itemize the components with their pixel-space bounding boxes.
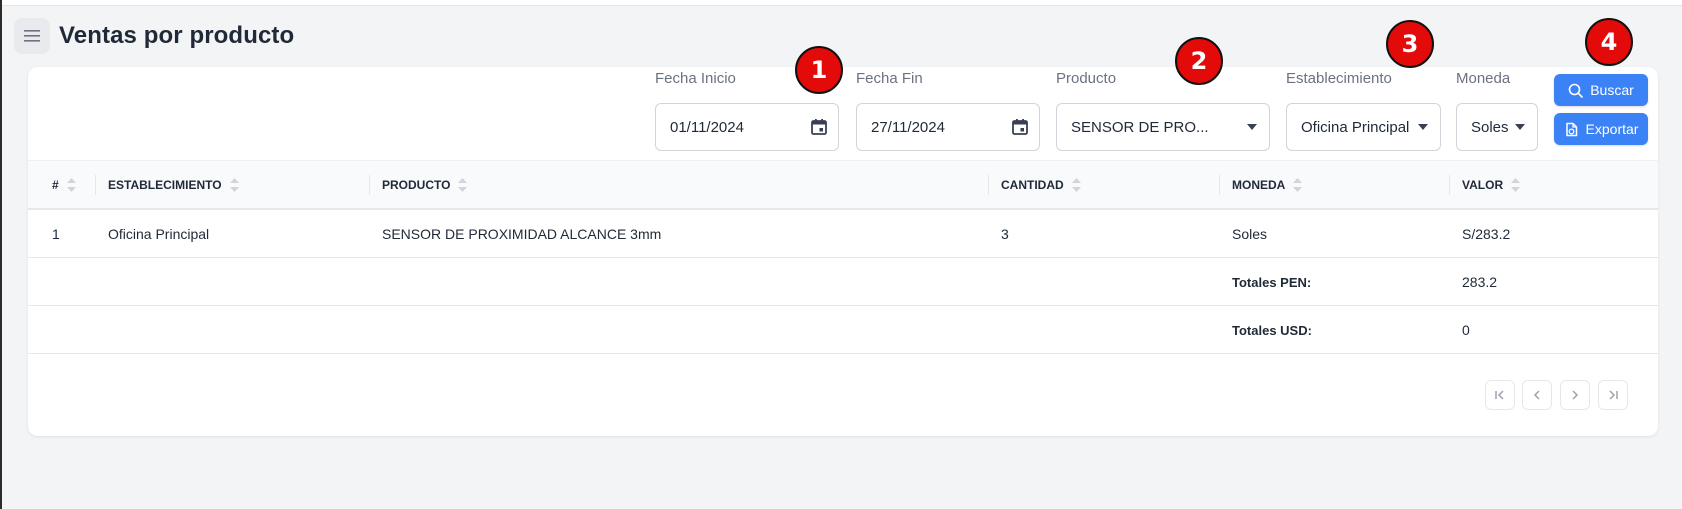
cell-cantidad: 3 [1001,226,1009,242]
annotation-badge-1: 1 [795,46,843,94]
sort-icon[interactable] [229,178,239,192]
establecimiento-select[interactable]: Oficina Principal [1286,103,1441,151]
column-divider [1219,175,1220,195]
column-header-establecimiento[interactable]: ESTABLECIMIENTO [108,161,239,209]
column-header-cantidad[interactable]: CANTIDAD [1001,161,1081,209]
page-title: Ventas por producto [59,22,295,49]
last-page-icon [1609,390,1618,400]
annotation-badge-4: 4 [1585,18,1633,66]
menu-icon [24,30,40,42]
producto-value: SENSOR DE PRO... [1071,118,1209,136]
establecimiento-value: Oficina Principal [1301,118,1410,136]
caret-down-icon [1515,124,1525,130]
totals-pen-value: 283.2 [1462,274,1498,290]
column-header-num[interactable]: # [52,161,76,209]
cell-producto: SENSOR DE PROXIMIDAD ALCANCE 3mm [382,226,662,242]
producto-label: Producto [1056,70,1117,87]
totals-row-pen: Totales PEN: 283.2 [28,258,1658,306]
exportar-button[interactable]: Exportar [1554,113,1648,145]
sort-icon[interactable] [66,178,76,192]
sort-icon[interactable] [1293,178,1303,192]
sort-icon[interactable] [1071,178,1081,192]
annotation-badge-3: 3 [1386,20,1434,68]
fecha-fin-label: Fecha Fin [856,70,923,87]
column-divider [988,175,989,195]
fecha-inicio-input[interactable]: 01/11/2024 [655,103,839,151]
annotation-badge-2: 2 [1175,37,1223,85]
sort-icon[interactable] [1511,178,1521,192]
next-page-icon [1572,390,1579,400]
search-icon [1568,83,1584,98]
prev-page-icon [1533,390,1540,400]
sort-icon[interactable] [458,178,468,192]
totals-row-usd: Totales USD: 0 [28,306,1658,354]
fecha-fin-input[interactable]: 27/11/2024 [856,103,1040,151]
cell-moneda: Soles [1232,226,1268,242]
column-header-moneda[interactable]: MONEDA [1232,161,1303,209]
totals-usd-value: 0 [1462,322,1470,338]
establecimiento-label: Establecimiento [1286,70,1392,87]
first-page-button[interactable] [1485,380,1515,410]
menu-toggle-button[interactable] [14,18,50,54]
column-header-producto[interactable]: PRODUCTO [382,161,468,209]
column-divider [1449,175,1450,195]
left-border [0,0,2,509]
caret-down-icon [1247,124,1257,130]
last-page-button[interactable] [1598,380,1628,410]
exportar-label: Exportar [1585,121,1639,137]
buscar-label: Buscar [1590,82,1634,98]
totals-usd-label: Totales USD: [1232,322,1312,338]
caret-down-icon [1418,124,1428,130]
column-divider [369,175,370,195]
producto-select[interactable]: SENSOR DE PRO... [1056,103,1270,151]
column-header-valor[interactable]: VALOR [1462,161,1521,209]
table-row: 1 Oficina Principal SENSOR DE PROXIMIDAD… [28,210,1658,258]
table-header: # ESTABLECIMIENTO PRODUCTO CANTIDAD MONE… [28,160,1658,210]
calendar-icon[interactable] [1011,118,1029,136]
top-bar [0,0,1682,6]
moneda-select[interactable]: Soles [1456,103,1538,151]
filters-bar: Fecha Inicio 01/11/2024 Fecha Fin 27/11/… [28,67,1658,160]
cell-valor: S/283.2 [1462,226,1511,242]
first-page-icon [1495,390,1504,400]
prev-page-button[interactable] [1522,380,1552,410]
calendar-icon[interactable] [810,118,828,136]
moneda-value: Soles [1471,118,1509,136]
column-divider [95,175,96,195]
next-page-button[interactable] [1560,380,1590,410]
moneda-label: Moneda [1456,70,1511,87]
buscar-button[interactable]: Buscar [1554,74,1648,106]
export-icon [1565,122,1577,136]
report-card: Fecha Inicio 01/11/2024 Fecha Fin 27/11/… [28,67,1658,436]
cell-establecimiento: Oficina Principal [108,226,210,242]
fecha-inicio-label: Fecha Inicio [655,70,736,87]
totals-pen-label: Totales PEN: [1232,274,1312,290]
cell-num: 1 [52,226,60,242]
page-header: Ventas por producto [14,18,294,54]
